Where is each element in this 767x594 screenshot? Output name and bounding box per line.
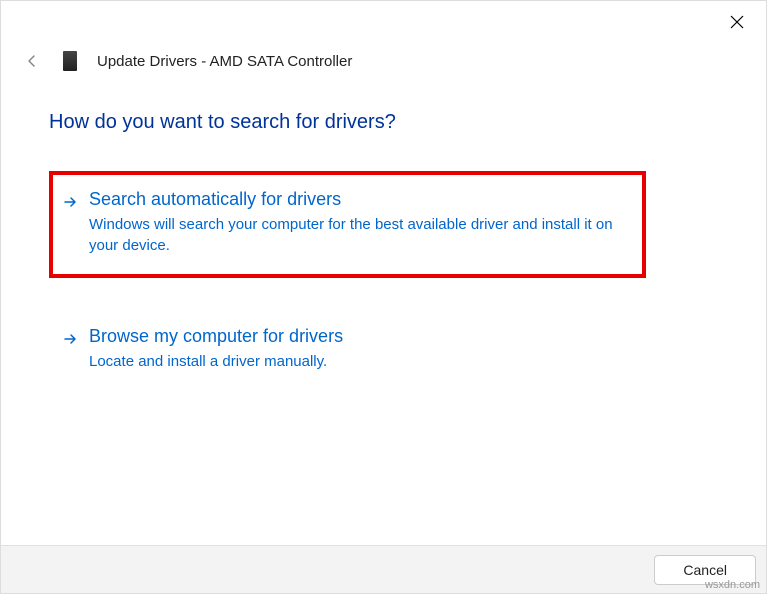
options-list: Search automatically for drivers Windows…	[49, 171, 646, 424]
arrow-right-icon	[63, 195, 77, 209]
dialog-footer: Cancel	[1, 545, 766, 593]
option-search-automatically[interactable]: Search automatically for drivers Windows…	[49, 171, 646, 278]
option-browse-computer[interactable]: Browse my computer for drivers Locate an…	[49, 308, 646, 394]
option-title: Search automatically for drivers	[89, 189, 632, 210]
close-icon	[730, 16, 744, 33]
option-title: Browse my computer for drivers	[89, 326, 632, 347]
device-icon	[63, 51, 77, 71]
arrow-right-icon	[63, 332, 77, 346]
back-arrow-icon[interactable]	[25, 54, 39, 68]
option-description: Locate and install a driver manually.	[89, 351, 632, 372]
close-button[interactable]	[730, 15, 746, 31]
dialog-title: Update Drivers - AMD SATA Controller	[97, 53, 352, 70]
question-heading: How do you want to search for drivers?	[49, 111, 396, 134]
dialog-header: Update Drivers - AMD SATA Controller	[25, 51, 352, 71]
watermark: wsxdn.com	[705, 579, 760, 591]
option-description: Windows will search your computer for th…	[89, 214, 632, 256]
